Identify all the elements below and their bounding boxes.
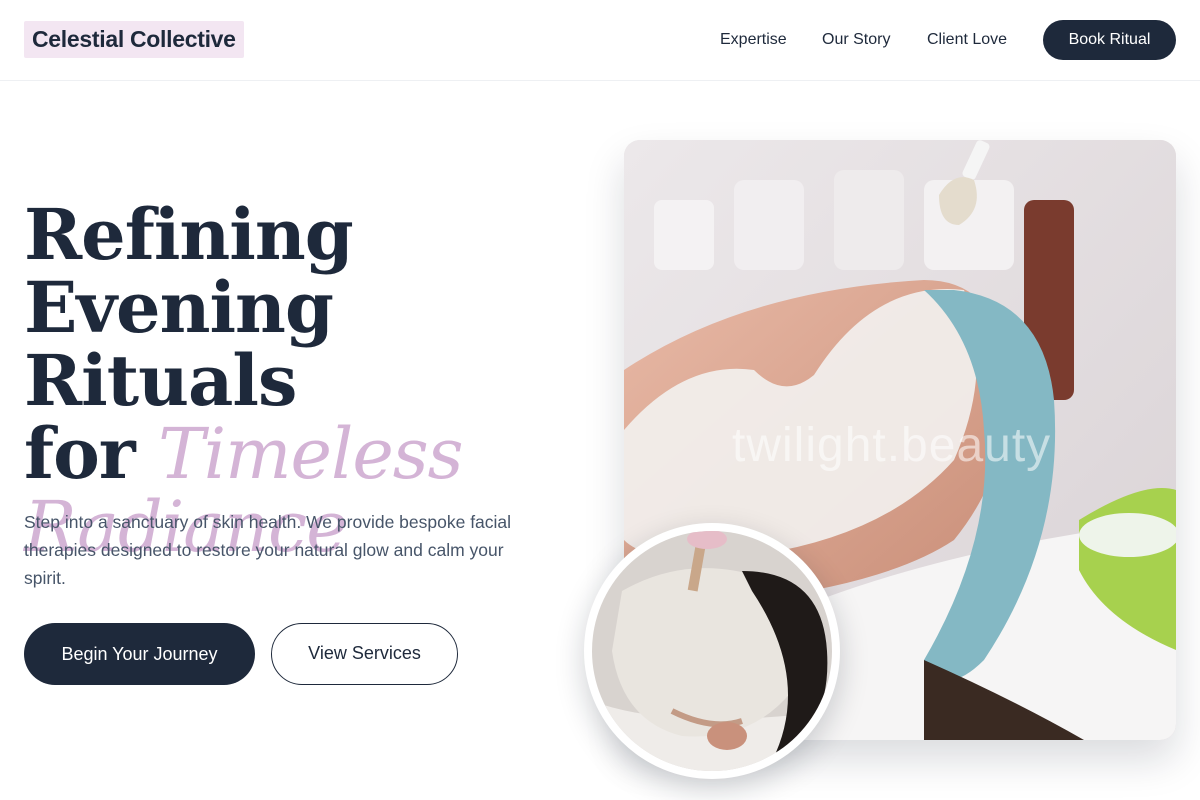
facial-thumbnail-photo [592,531,832,771]
image-watermark: twilight.beauty [732,419,1052,472]
book-ritual-button[interactable]: Book Ritual [1043,20,1176,60]
logo[interactable]: Celestial Collective [24,21,244,58]
site-header: Celestial Collective Expertise Our Story… [0,0,1200,81]
begin-journey-button[interactable]: Begin Your Journey [24,623,255,685]
thumbnail-illustration [592,531,832,771]
headline-accent-timeless: Timeless [158,413,464,495]
nav-link-expertise[interactable]: Expertise [720,31,787,49]
nav-link-our-story[interactable]: Our Story [822,31,890,49]
headline-line-2: Evening Rituals [24,266,334,422]
headline-line-1: Refining [24,193,354,276]
headline-for: for [24,412,136,495]
headline-line-3: for Timeless [24,417,584,491]
view-services-button[interactable]: View Services [271,623,458,685]
hero-description: Step into a sanctuary of skin health. We… [24,512,512,588]
nav-link-client-love[interactable]: Client Love [927,31,1007,49]
circular-thumbnail [584,523,840,779]
